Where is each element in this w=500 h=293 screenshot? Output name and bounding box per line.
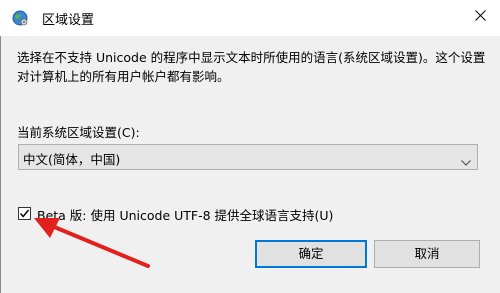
utf8-checkbox[interactable]	[18, 207, 31, 220]
globe-settings-icon	[12, 10, 28, 26]
system-locale-value: 中文(简体，中国)	[23, 152, 121, 167]
chevron-down-icon	[461, 154, 471, 169]
ok-button[interactable]: 确定	[255, 240, 367, 268]
close-icon	[475, 10, 486, 21]
close-button[interactable]	[462, 0, 500, 32]
cancel-button[interactable]: 取消	[374, 240, 480, 268]
window-title: 区域设置	[42, 13, 95, 28]
utf8-checkbox-label[interactable]: Beta 版: 使用 Unicode UTF-8 提供全球语言支持(U)	[37, 205, 333, 224]
title-bar: 区域设置	[0, 0, 500, 36]
window-left-border	[0, 36, 1, 293]
description-text: 选择在不支持 Unicode 的程序中显示文本时所使用的语言(系统区域设置)。这…	[17, 50, 486, 84]
checkmark-icon	[19, 209, 30, 218]
current-locale-label: 当前系统区域设置(C):	[17, 125, 140, 140]
region-settings-dialog: 区域设置 选择在不支持 Unicode 的程序中显示文本时所使用的语言(系统区域…	[0, 0, 500, 293]
system-locale-dropdown[interactable]: 中文(简体，中国)	[18, 144, 478, 170]
